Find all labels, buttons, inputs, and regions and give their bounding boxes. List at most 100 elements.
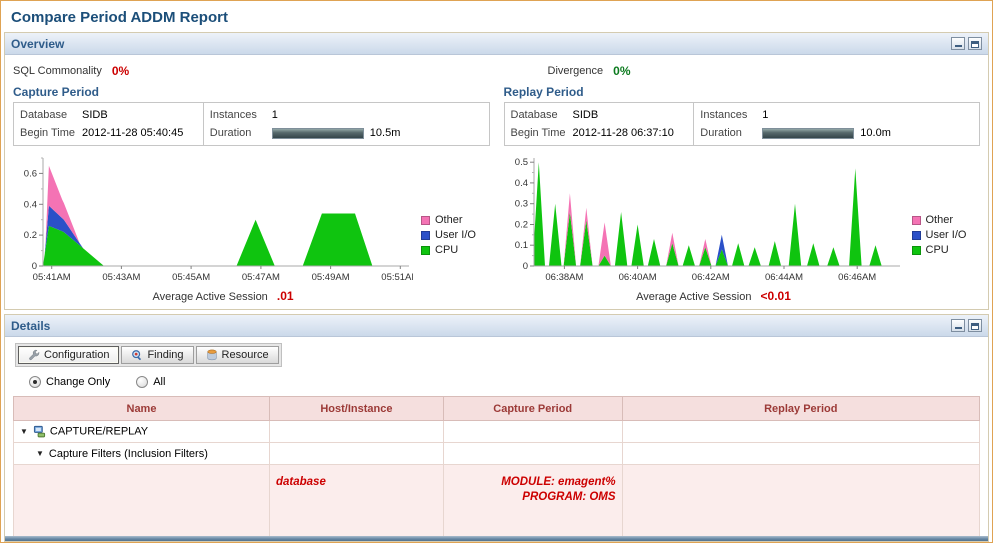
overview-window-controls bbox=[951, 37, 982, 50]
name-cell: ▼ CAPTURE/REPLAY bbox=[13, 420, 270, 443]
svg-text:0.4: 0.4 bbox=[24, 199, 37, 210]
aas-label: Average Active Session bbox=[152, 291, 268, 303]
host-instance-cell: database bbox=[268, 464, 444, 541]
legend-swatch-icon bbox=[911, 246, 921, 255]
capture-info-left: Database SIDB Begin Time 2012-11-28 05:4… bbox=[14, 103, 204, 145]
details-body: Configuration Finding Resource Change Only… bbox=[5, 337, 988, 541]
legend-swatch-icon bbox=[911, 231, 921, 240]
capture-period-active-sessions-chart: 0 0.2 0.4 0.6 05:41AM 05:43AM 05:45AM 05:47AM 05… bbox=[24, 157, 419, 283]
minimize-icon[interactable] bbox=[951, 319, 965, 332]
column-header-host-instance: Host/Instance bbox=[268, 396, 444, 421]
horizontal-scrollbar[interactable] bbox=[5, 536, 988, 541]
aas-value: .01 bbox=[276, 289, 294, 303]
duration-bar-fill bbox=[272, 128, 363, 138]
minimize-icon[interactable] bbox=[951, 37, 965, 50]
begin-time-value: 2012-11-28 05:40:45 bbox=[82, 127, 184, 139]
capture-info-right: Instances 1 Duration 10.5m bbox=[204, 103, 489, 145]
overview-body: SQL Commonality 0% Capture Period Databa… bbox=[5, 55, 988, 309]
begin-time-label: Begin Time bbox=[20, 127, 76, 139]
svg-text:06:38AM: 06:38AM bbox=[545, 272, 583, 283]
replay-period-chart: 0 0.1 0.2 0.3 0.4 0.5 06:38AM 06:40AM 06:42AM 06:… bbox=[504, 152, 904, 286]
svg-text:06:46AM: 06:46AM bbox=[838, 272, 876, 283]
replay-column: Divergence 0% Replay Period Database SID… bbox=[503, 59, 980, 303]
restore-icon[interactable] bbox=[968, 319, 982, 332]
radio-label: Change Only bbox=[46, 376, 111, 388]
name-cell: ▼ Capture Filters (Inclusion Filters) bbox=[13, 442, 270, 465]
legend-swatch-icon bbox=[421, 231, 430, 240]
column-header-replay-period: Replay Period bbox=[621, 396, 981, 421]
aas-value: <0.01 bbox=[760, 289, 791, 303]
legend-item-user-i-o: User I/O bbox=[911, 229, 967, 241]
svg-text:05:41AM: 05:41AM bbox=[33, 272, 71, 283]
radio-label: All bbox=[153, 376, 166, 388]
legend-label: CPU bbox=[435, 244, 459, 256]
legend-swatch-icon bbox=[421, 216, 430, 225]
host-instance-cell bbox=[268, 420, 444, 443]
replay-average-active-session: Average Active Session <0.01 bbox=[504, 289, 924, 303]
overview-panel: Overview SQL Commonality 0% Capture Peri… bbox=[4, 32, 989, 310]
duration-value: 10.0m bbox=[860, 127, 891, 139]
legend-label: User I/O bbox=[925, 229, 967, 241]
replay-chart-legend: Other User I/O CPU bbox=[911, 214, 967, 256]
table-row: ▼ CAPTURE/REPLAY bbox=[13, 420, 981, 443]
begin-time-label: Begin Time bbox=[510, 127, 566, 139]
tab-configuration[interactable]: Configuration bbox=[18, 346, 120, 364]
radio-change-only[interactable]: Change Only bbox=[29, 376, 110, 388]
duration-label: Duration bbox=[700, 127, 742, 139]
replay-period-cell bbox=[621, 420, 981, 443]
capture-column: SQL Commonality 0% Capture Period Databa… bbox=[13, 59, 490, 303]
legend-item-user-i-o: User I/O bbox=[421, 230, 476, 241]
svg-text:0.3: 0.3 bbox=[514, 199, 527, 210]
resource-icon bbox=[206, 349, 218, 361]
details-panel-header: Details bbox=[5, 315, 988, 337]
divergence-value: 0% bbox=[613, 64, 631, 78]
svg-text:0.4: 0.4 bbox=[514, 178, 527, 189]
details-panel: Details Configuration Finding Resource Cha… bbox=[4, 314, 989, 542]
tab-finding[interactable]: Finding bbox=[121, 346, 194, 364]
capture-chart-row: 0 0.2 0.4 0.6 05:41AM 05:43AM 05:45AM 05:47AM 05… bbox=[13, 152, 490, 286]
window-glyph bbox=[971, 41, 979, 48]
wrench-icon bbox=[28, 349, 40, 361]
aas-label: Average Active Session bbox=[636, 291, 752, 303]
database-label: Database bbox=[510, 109, 558, 121]
expand-caret-icon[interactable]: ▼ bbox=[36, 449, 44, 458]
capture-period-cell: MODULE: emagent% PROGRAM: OMS bbox=[442, 464, 623, 541]
table-header-row: Name Host/Instance Capture Period Replay… bbox=[13, 396, 981, 421]
svg-text:05:47AM: 05:47AM bbox=[242, 272, 280, 283]
overview-panel-header: Overview bbox=[5, 33, 988, 55]
svg-text:0.2: 0.2 bbox=[24, 230, 37, 241]
host-instance-cell bbox=[268, 442, 444, 465]
capture-replay-icon bbox=[33, 425, 46, 438]
radio-all[interactable]: All bbox=[136, 376, 165, 388]
svg-text:0.5: 0.5 bbox=[514, 157, 527, 168]
legend-label: Other bbox=[925, 214, 954, 226]
duration-bar bbox=[271, 127, 364, 139]
details-panel-title: Details bbox=[11, 318, 51, 333]
instances-value: 1 bbox=[762, 109, 769, 121]
window-glyph bbox=[971, 323, 979, 330]
table-row: ▼ Capture Filters (Inclusion Filters) bbox=[13, 442, 981, 465]
sql-commonality-value: 0% bbox=[111, 64, 130, 78]
name-cell bbox=[13, 464, 270, 541]
restore-icon[interactable] bbox=[968, 37, 982, 50]
capture-period-value: MODULE: emagent% PROGRAM: OMS bbox=[501, 476, 616, 503]
host-instance-value: database bbox=[275, 476, 326, 488]
tab-resource[interactable]: Resource bbox=[195, 346, 279, 364]
sql-commonality-label: SQL Commonality bbox=[13, 65, 102, 77]
legend-label: CPU bbox=[925, 244, 949, 256]
svg-text:05:45AM: 05:45AM bbox=[172, 272, 210, 283]
legend-item-other: Other bbox=[911, 214, 967, 226]
page-title: Compare Period ADDM Report bbox=[11, 9, 228, 26]
tab-label: Finding bbox=[147, 349, 184, 361]
database-value: SIDB bbox=[82, 109, 108, 121]
svg-text:06:42AM: 06:42AM bbox=[691, 272, 729, 283]
table-row: database MODULE: emagent% PROGRAM: OMS bbox=[13, 464, 981, 541]
instances-value: 1 bbox=[271, 109, 278, 121]
duration-bar-fill bbox=[763, 128, 854, 138]
svg-text:06:40AM: 06:40AM bbox=[618, 272, 656, 283]
replay-period-cell bbox=[621, 464, 981, 541]
expand-caret-icon[interactable]: ▼ bbox=[20, 427, 28, 436]
sql-commonality-metric: SQL Commonality 0% bbox=[13, 61, 490, 81]
svg-text:05:43AM: 05:43AM bbox=[102, 272, 140, 283]
instances-label: Instances bbox=[700, 109, 748, 121]
